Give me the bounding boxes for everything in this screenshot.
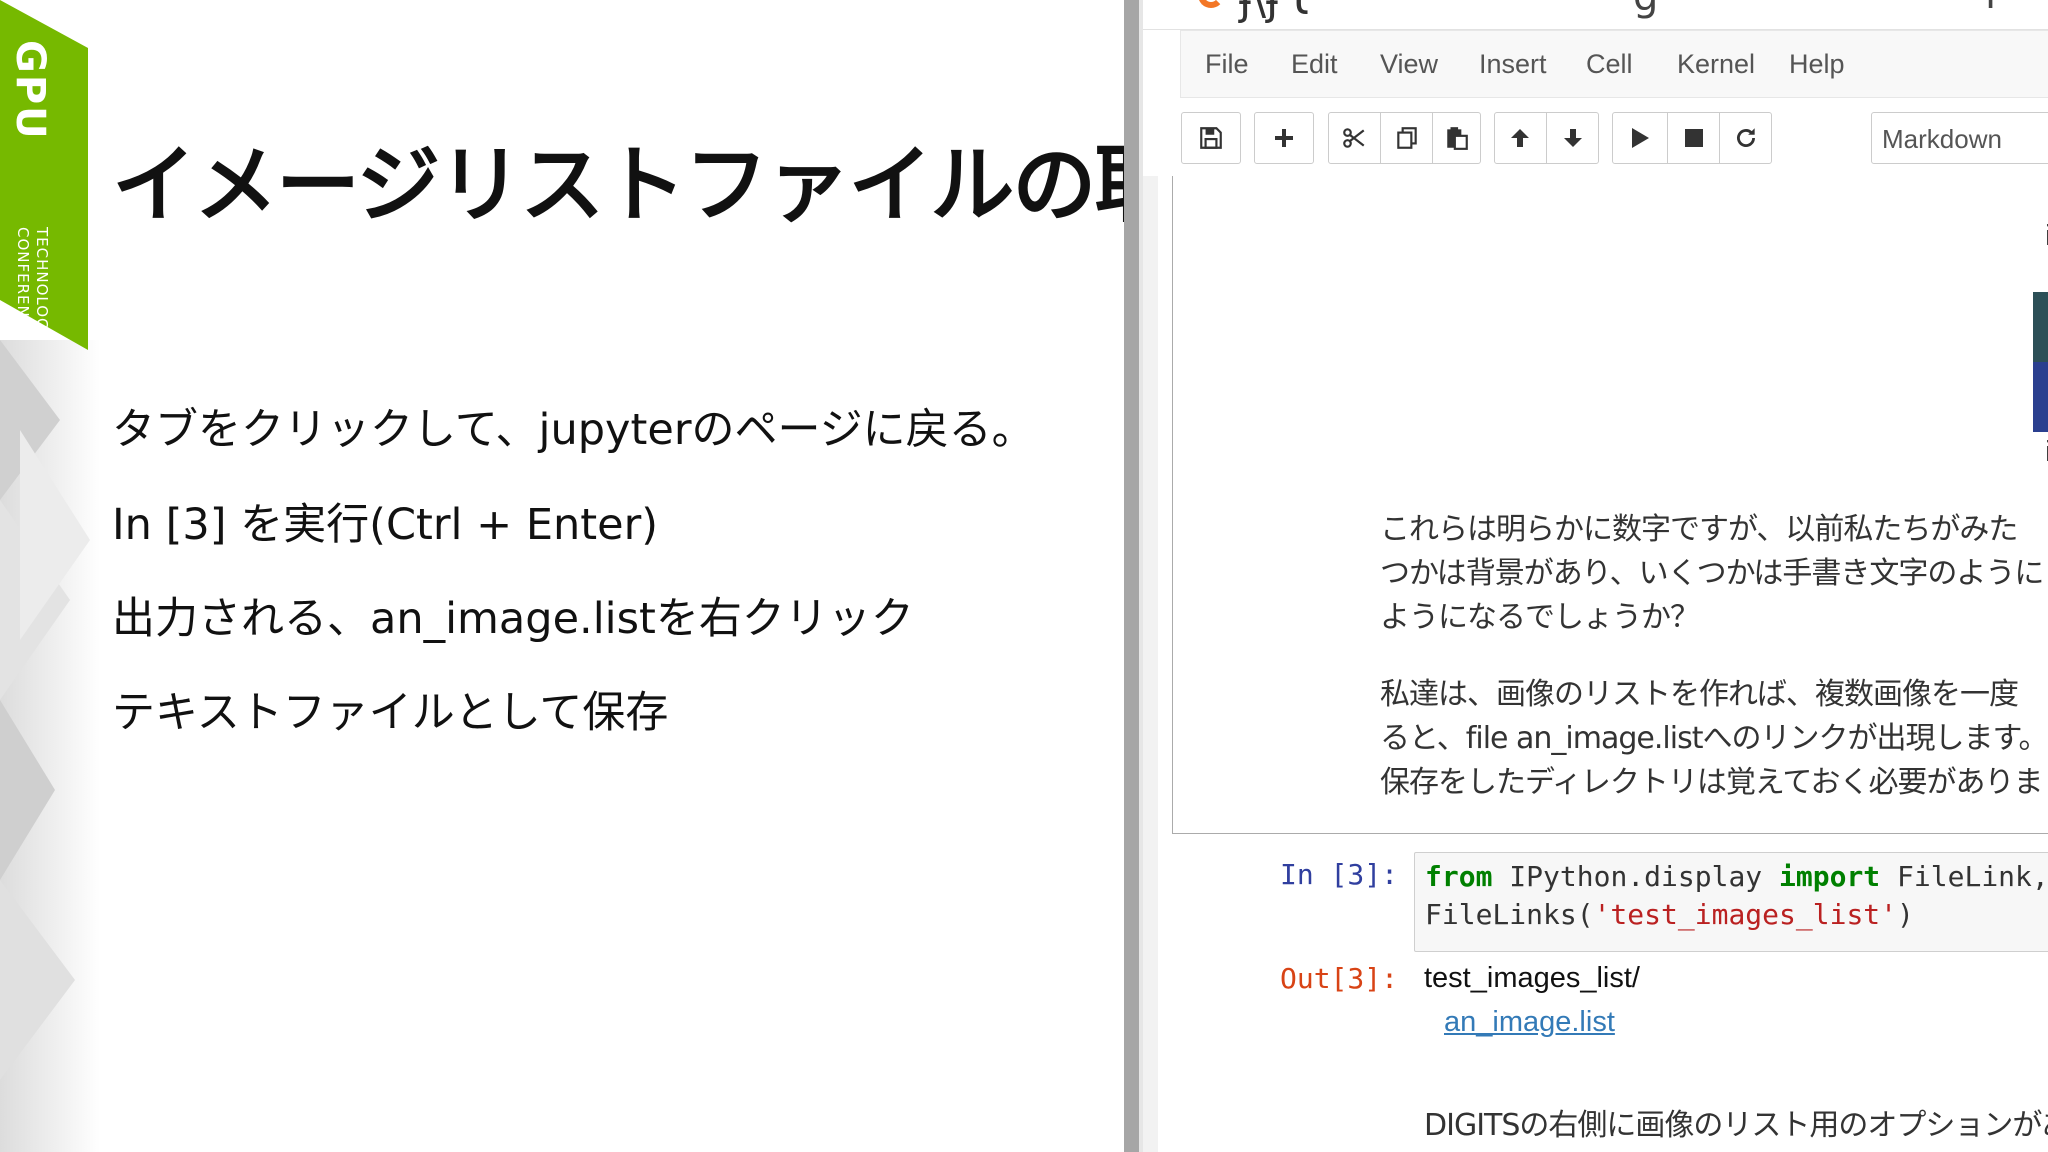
menu-kernel[interactable]: Kernel	[1677, 49, 1755, 80]
window-divider[interactable]	[1124, 0, 1139, 1152]
move-down-button[interactable]	[1546, 112, 1599, 164]
scissors-icon	[1343, 128, 1365, 148]
badge-conference-text: CONFERENCE	[14, 226, 32, 340]
slide-bullet: タブをクリックして、jupyterのページに戻る。	[112, 405, 1035, 455]
markdown-paragraph: 私達は、画像のリストを作れば、複数画像を一度 ると、file an_image.…	[1380, 677, 2048, 800]
jupyter-header: ɟ\ɟ Ɩ ɡ ı	[1143, 0, 2048, 30]
arrow-down-icon	[1564, 129, 1582, 147]
digit-image-fragment	[2033, 292, 2048, 432]
interrupt-button[interactable]	[1667, 112, 1719, 164]
paste-button[interactable]	[1432, 112, 1481, 164]
copy-icon	[1396, 127, 1417, 149]
slide-decoration	[0, 340, 100, 1152]
insert-cell-button[interactable]	[1254, 112, 1314, 164]
jupyter-window: ɟ\ɟ Ɩ ɡ ı File Edit View Insert Cell Ker…	[1143, 0, 2048, 1152]
restart-icon	[1737, 128, 1755, 147]
code-editor[interactable]: from IPython.display import FileLink, Fi…	[1414, 852, 2048, 952]
run-button[interactable]	[1612, 112, 1667, 164]
slide-bullet: テキストファイルとして保存	[112, 688, 669, 738]
plus-icon	[1275, 129, 1293, 147]
play-icon	[1631, 128, 1649, 148]
move-up-button[interactable]	[1494, 112, 1546, 164]
stop-icon	[1684, 129, 1703, 147]
header-right-fragment: ı	[1985, 0, 1996, 18]
menu-insert[interactable]: Insert	[1479, 49, 1547, 80]
slide-bullet: 出力される、an_image.listを右クリック	[112, 594, 914, 644]
badge-technology-text: TECHNOLOGY	[33, 226, 51, 340]
output-directory: test_images_list/	[1424, 962, 1640, 994]
presentation-slide: GPU TECHNOLOGY CONFERENCE イメージリストファイルの取得…	[0, 0, 1124, 1152]
notebook-area: ima ima これらは明らかに数字ですが、以前私たちがみた つかは背景があり、…	[1158, 176, 2048, 1152]
save-icon	[1200, 127, 1222, 149]
menu-cell[interactable]: Cell	[1586, 49, 1633, 80]
markdown-paragraph: DIGITSの右側に画像のリスト用のオプションがあ	[1424, 1108, 2048, 1143]
menubar: File Edit View Insert Cell Kernel Help	[1180, 30, 2048, 98]
jupyter-wordmark-fragment: ɟ\ɟ Ɩ	[1239, 0, 1308, 25]
slide-bullet: In [3] を実行(Ctrl + Enter)	[112, 500, 659, 550]
cell-type-select[interactable]: Markdown	[1871, 112, 2048, 164]
menu-file[interactable]: File	[1205, 49, 1249, 80]
code-line: FileLinks('test_images_list')	[1425, 898, 1914, 931]
arrow-up-icon	[1511, 129, 1529, 147]
markdown-cell[interactable]: ima ima これらは明らかに数字ですが、以前私たちがみた つかは背景があり、…	[1172, 176, 2048, 834]
notebook-title-fragment: ɡ	[1633, 0, 1658, 20]
output-prompt: Out[3]:	[1279, 962, 1398, 995]
menu-view[interactable]: View	[1380, 49, 1438, 80]
paste-icon	[1447, 127, 1468, 150]
cut-button[interactable]	[1328, 112, 1380, 164]
restart-kernel-button[interactable]	[1719, 112, 1772, 164]
menu-help[interactable]: Help	[1789, 49, 1845, 80]
badge-gpu-text: GPU	[7, 40, 53, 141]
jupyter-logo-icon[interactable]	[1198, 0, 1224, 8]
markdown-paragraph: これらは明らかに数字ですが、以前私たちがみた つかは背景があり、いくつかは手書き…	[1380, 512, 2044, 635]
file-link-an-image-list[interactable]: an_image.list	[1444, 1006, 1615, 1039]
slide-title: イメージリストファイルの取得	[112, 136, 1124, 234]
code-line: from IPython.display import FileLink, Fi	[1425, 860, 2048, 893]
screen: GPU TECHNOLOGY CONFERENCE イメージリストファイルの取得…	[0, 0, 2048, 1152]
gtc-badge: GPU TECHNOLOGY CONFERENCE	[0, 0, 88, 350]
input-prompt: In [3]:	[1279, 858, 1398, 891]
jupyter-menu-panel: File Edit View Insert Cell Kernel Help M…	[1143, 30, 2048, 176]
menu-edit[interactable]: Edit	[1291, 49, 1338, 80]
save-button[interactable]	[1181, 112, 1241, 164]
copy-button[interactable]	[1380, 112, 1432, 164]
